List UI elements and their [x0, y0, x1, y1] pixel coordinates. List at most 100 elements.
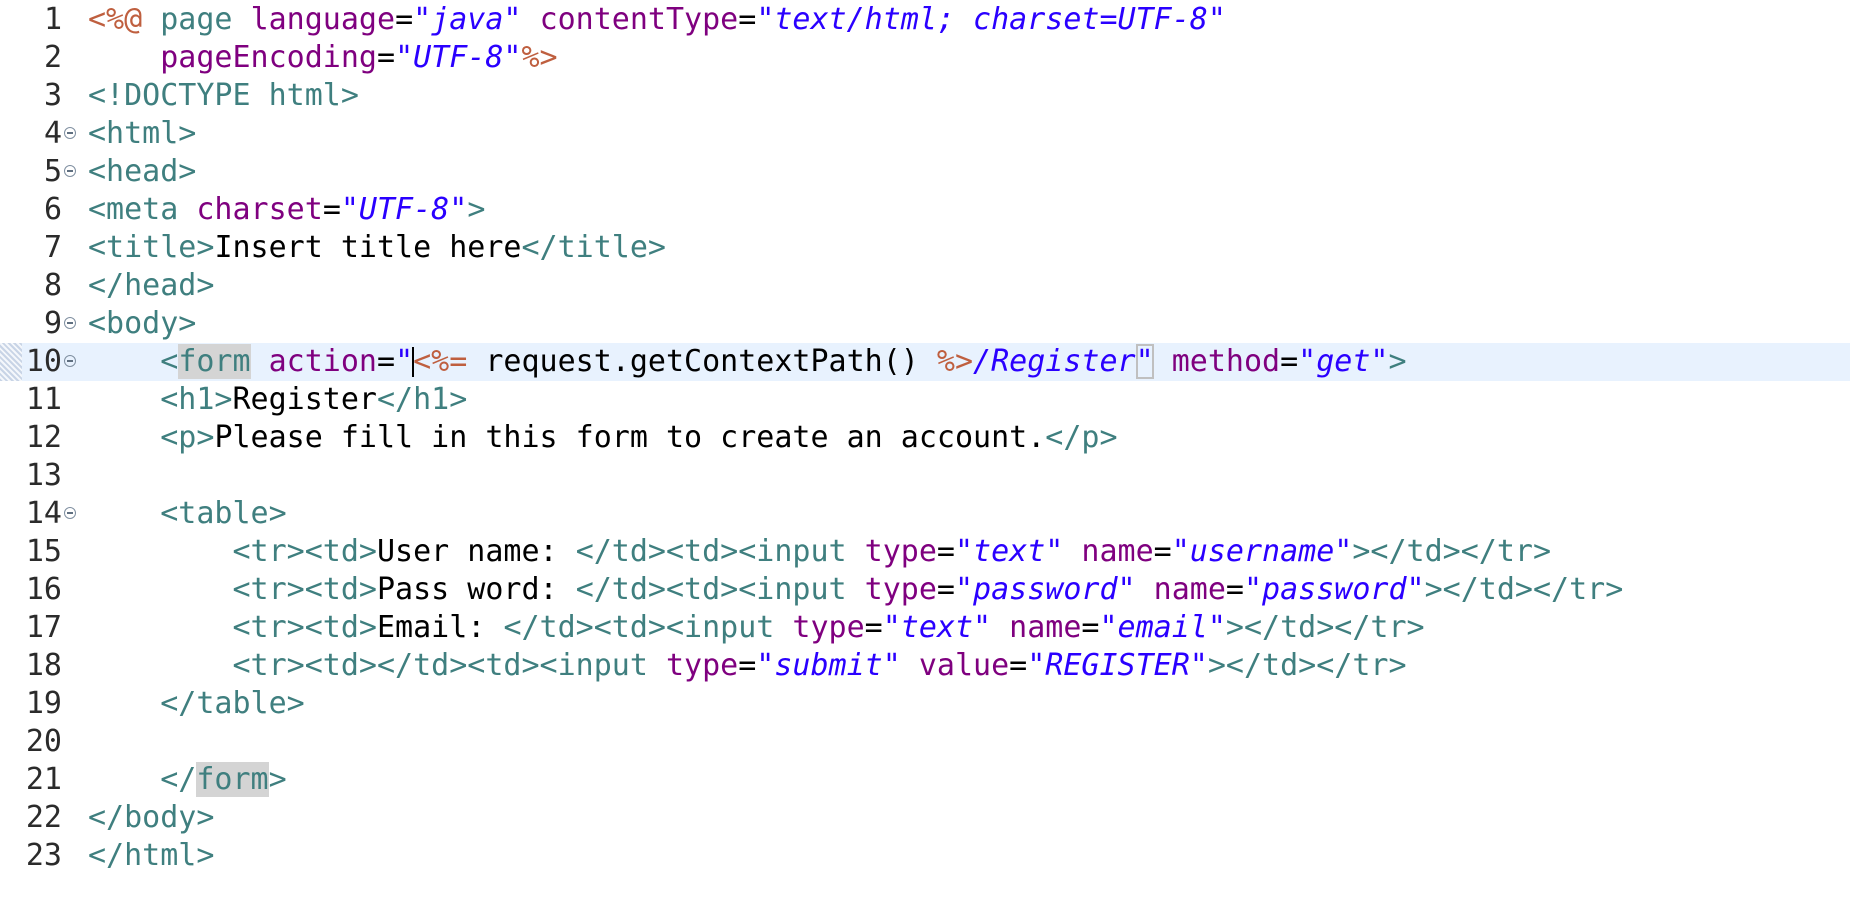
- token-txt: =: [395, 2, 414, 37]
- code-text[interactable]: </body>: [88, 799, 214, 837]
- token-tag: ></td></tr>: [1225, 610, 1425, 645]
- code-line[interactable]: 6 <meta charset="UTF-8">: [0, 191, 1850, 229]
- code-line[interactable]: 13: [0, 457, 1850, 495]
- code-line[interactable]: 8 </head>: [0, 267, 1850, 305]
- code-text[interactable]: pageEncoding="UTF-8"%>: [88, 39, 557, 77]
- line-gutter: 21: [0, 761, 88, 799]
- token-attr: name: [1153, 572, 1226, 607]
- code-line[interactable]: 11 <h1>Register</h1>: [0, 381, 1850, 419]
- code-line[interactable]: 21 </form>: [0, 761, 1850, 799]
- code-line[interactable]: 9 <body>: [0, 305, 1850, 343]
- code-line[interactable]: 15 <tr><td>User name: </td><td><input ty…: [0, 533, 1850, 571]
- code-text[interactable]: </table>: [88, 685, 305, 723]
- code-line[interactable]: 1 <%@ page language="java" contentType="t…: [0, 1, 1850, 39]
- collapse-fold-icon[interactable]: [64, 355, 76, 367]
- token-tag: </td><td><input: [575, 534, 865, 569]
- code-line[interactable]: 22 </body>: [0, 799, 1850, 837]
- token-attr: charset: [196, 192, 323, 227]
- code-text[interactable]: <!DOCTYPE html>: [88, 77, 359, 115]
- code-line[interactable]: 7 <title>Insert title here</title>: [0, 229, 1850, 267]
- code-line[interactable]: 14 <table>: [0, 495, 1850, 533]
- code-text[interactable]: </form>: [88, 761, 287, 799]
- code-line[interactable]: 17 <tr><td>Email: </td><td><input type="…: [0, 609, 1850, 647]
- token-attr: method: [1171, 344, 1281, 379]
- code-line[interactable]: 18 <tr><td></td><td><input type="submit"…: [0, 647, 1850, 685]
- token-str: "REGISTER": [1027, 648, 1208, 683]
- line-gutter: 18: [0, 647, 88, 685]
- token-tag: </td><td><input: [575, 572, 865, 607]
- token-attr: type: [864, 534, 937, 569]
- code-line[interactable]: 16 <tr><td>Pass word: </td><td><input ty…: [0, 571, 1850, 609]
- line-gutter: 1: [0, 1, 88, 39]
- token-tag: <: [160, 344, 179, 379]
- token-txt: =: [1153, 534, 1172, 569]
- token-tag: ></td></tr>: [1207, 648, 1407, 683]
- code-text[interactable]: <html>: [88, 115, 196, 153]
- token-str: "text": [954, 534, 1064, 569]
- code-line[interactable]: 2 pageEncoding="UTF-8"%>: [0, 39, 1850, 77]
- token-txt: User name:: [377, 534, 576, 569]
- code-line[interactable]: 23 </html>: [0, 837, 1850, 875]
- code-text[interactable]: <tr><td></td><td><input type="submit" va…: [88, 647, 1407, 685]
- line-number: 18: [25, 648, 62, 683]
- line-gutter: 15: [0, 533, 88, 571]
- code-text[interactable]: <body>: [88, 305, 196, 343]
- code-line[interactable]: 20: [0, 723, 1850, 761]
- code-text[interactable]: <head>: [88, 153, 196, 191]
- line-gutter: 4: [0, 115, 88, 153]
- line-gutter: 8: [0, 267, 88, 305]
- code-text[interactable]: <%@ page language="java" contentType="te…: [88, 1, 1226, 39]
- code-line[interactable]: 4 <html>: [0, 115, 1850, 153]
- code-line[interactable]: 12 <p>Please fill in this form to create…: [0, 419, 1850, 457]
- collapse-fold-icon[interactable]: [64, 165, 76, 177]
- code-text[interactable]: <tr><td>User name: </td><td><input type =…: [88, 533, 1552, 571]
- line-number: 3: [43, 78, 62, 113]
- line-number: 22: [25, 800, 62, 835]
- line-number: 10: [25, 344, 62, 379]
- code-text[interactable]: </head>: [88, 267, 214, 305]
- token-tag: </table>: [160, 686, 305, 721]
- line-number: 5: [43, 154, 62, 189]
- line-number: 21: [25, 762, 62, 797]
- collapse-fold-icon[interactable]: [64, 127, 76, 139]
- token-txt: =: [1280, 344, 1299, 379]
- code-text[interactable]: <h1>Register</h1>: [88, 381, 467, 419]
- token-str: "UTF-8": [395, 40, 522, 75]
- token-attr: name: [1009, 610, 1082, 645]
- line-gutter: 10: [0, 343, 88, 381]
- code-text[interactable]: <tr><td>Pass word: </td><td><input type=…: [88, 571, 1624, 609]
- code-line[interactable]: 3 <!DOCTYPE html>: [0, 77, 1850, 115]
- code-text[interactable]: </html>: [88, 837, 214, 875]
- code-editor[interactable]: 1 <%@ page language="java" contentType="t…: [0, 0, 1850, 900]
- token-tag: <body>: [88, 306, 197, 341]
- line-gutter: 20: [0, 723, 88, 761]
- token-txt: Insert title here: [214, 230, 522, 265]
- code-line[interactable]: 19 </table>: [0, 685, 1850, 723]
- token-str: ": [395, 344, 414, 379]
- token-tag: <tr><td>: [232, 534, 378, 569]
- code-text[interactable]: <table>: [88, 495, 286, 533]
- current-code-line[interactable]: 10 <form action="<%= request.getContextP…: [0, 343, 1850, 381]
- code-text[interactable]: <title>Insert title here</title>: [88, 229, 666, 267]
- token-tag: </p>: [1045, 420, 1118, 455]
- code-text[interactable]: <tr><td>Email: </td><td><input type="tex…: [88, 609, 1425, 647]
- code-text[interactable]: <p>Please fill in this form to create an…: [88, 419, 1118, 457]
- collapse-fold-icon[interactable]: [64, 317, 76, 329]
- token-tag: >: [467, 192, 486, 227]
- line-number: 17: [25, 610, 62, 645]
- line-gutter: 11: [0, 381, 88, 419]
- code-text[interactable]: <meta charset="UTF-8">: [88, 191, 485, 229]
- token-txt: =: [738, 2, 757, 37]
- token-txt: =: [1009, 648, 1028, 683]
- code-line[interactable]: 5 <head>: [0, 153, 1850, 191]
- collapse-fold-icon[interactable]: [64, 507, 76, 519]
- code-text[interactable]: <form action="<%= request.getContextPath…: [88, 343, 1407, 381]
- token-txt: Email:: [377, 610, 504, 645]
